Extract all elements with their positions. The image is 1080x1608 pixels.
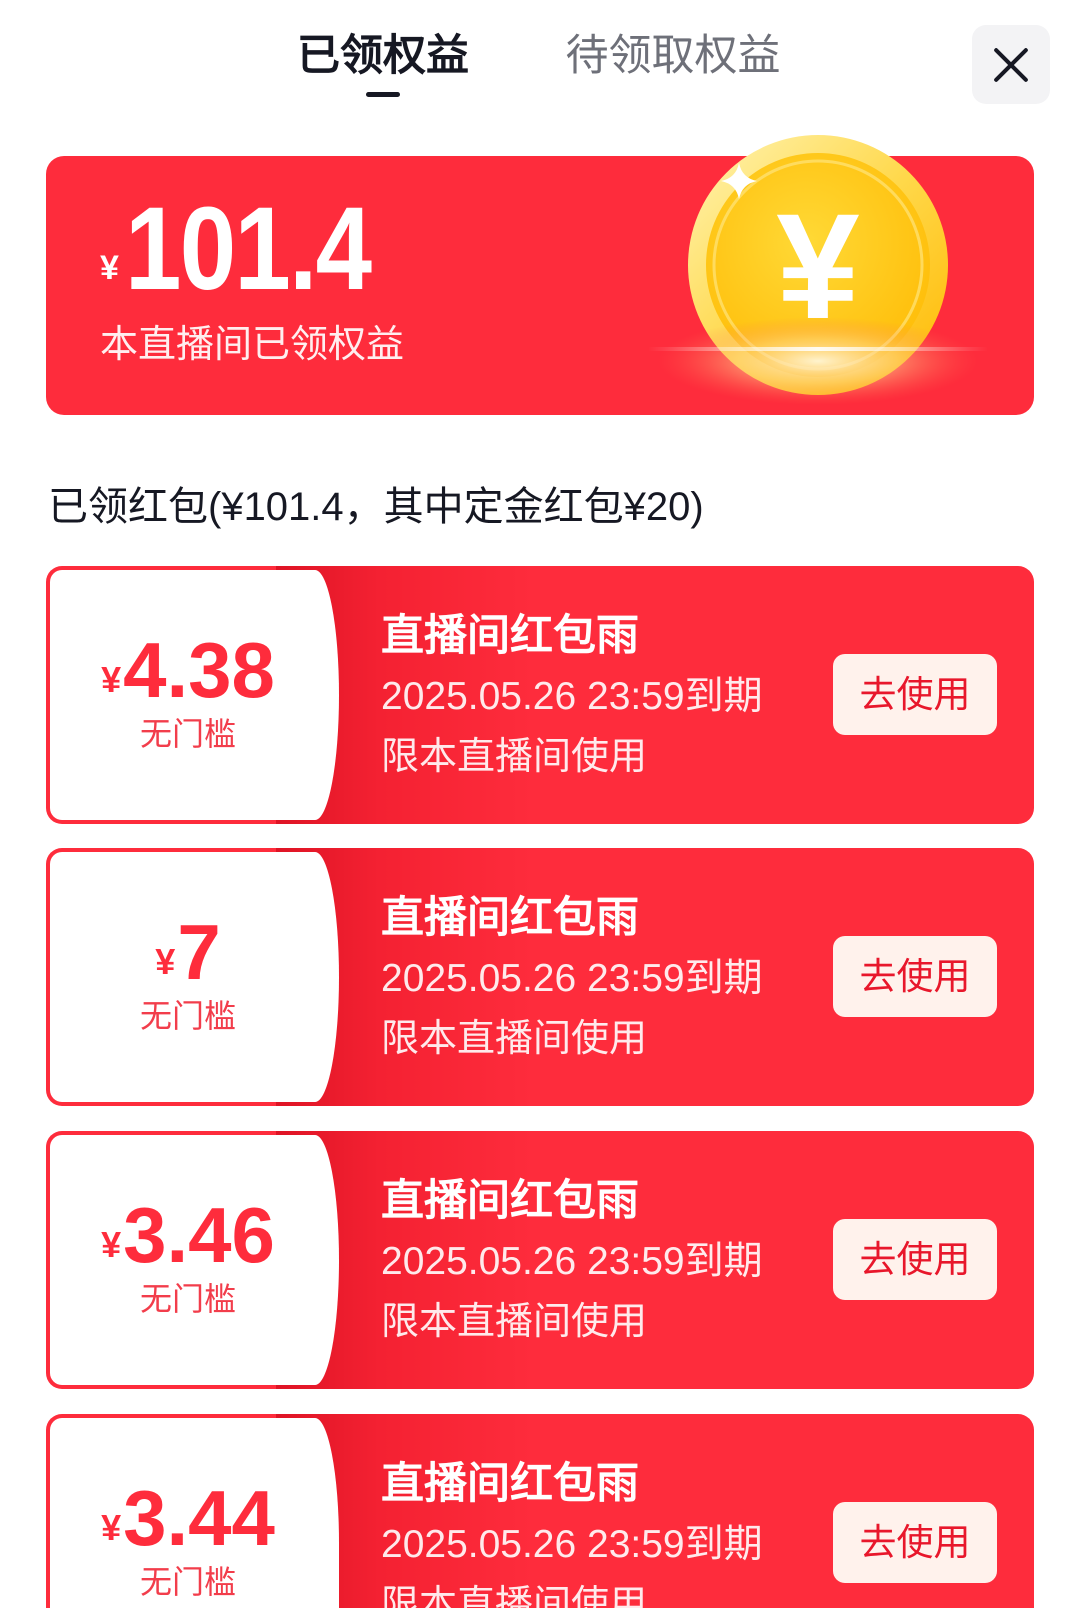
coupon-amount-line: ¥7 <box>50 913 326 991</box>
use-coupon-button[interactable]: 去使用 <box>833 936 997 1017</box>
coupon-scope: 限本直播间使用 <box>381 1018 648 1060</box>
coupon-scope: 限本直播间使用 <box>381 1301 648 1343</box>
coupon-threshold: 无门槛 <box>139 1281 236 1317</box>
coin-glow <box>658 317 978 405</box>
use-coupon-button[interactable]: 去使用 <box>833 654 997 735</box>
coupon-scope: 限本直播间使用 <box>381 1584 648 1608</box>
coupon-title: 直播间红包雨 <box>381 1460 639 1508</box>
coupon-amount-line: ¥3.44 <box>50 1479 326 1557</box>
section-title: 已领红包(¥101.4，其中定金红包¥20) <box>48 485 704 529</box>
coupon-amount-line: ¥4.38 <box>50 631 326 709</box>
coupon-amount: 3.46 <box>123 1191 275 1279</box>
coupon-card: ¥7 无门槛 直播间红包雨 2025.05.26 23:59到期 限本直播间使用… <box>46 848 1034 1106</box>
coupon-scope: 限本直播间使用 <box>381 736 648 778</box>
coupon-amount: 7 <box>177 908 221 996</box>
coupon-currency: ¥ <box>101 1507 122 1548</box>
use-coupon-button[interactable]: 去使用 <box>833 1219 997 1300</box>
coupon-card: ¥3.46 无门槛 直播间红包雨 2025.05.26 23:59到期 限本直播… <box>46 1131 1034 1389</box>
coupon-title: 直播间红包雨 <box>381 894 639 942</box>
coupon-currency: ¥ <box>155 941 176 982</box>
coupon-expiry: 2025.05.26 23:59到期 <box>381 1240 763 1283</box>
tab-pending-benefits[interactable]: 待领取权益 <box>553 30 793 82</box>
coupon-threshold: 无门槛 <box>139 1564 236 1600</box>
summary-amount-line: ¥101.4 <box>100 190 410 308</box>
coin-flare <box>648 347 988 351</box>
coupon-title: 直播间红包雨 <box>381 612 639 660</box>
coupon-card: ¥4.38 无门槛 直播间红包雨 2025.05.26 23:59到期 限本直播… <box>46 566 1034 824</box>
coupon-expiry: 2025.05.26 23:59到期 <box>381 1523 763 1566</box>
coupon-title: 直播间红包雨 <box>381 1177 639 1225</box>
close-icon <box>991 45 1031 85</box>
coupon-expiry: 2025.05.26 23:59到期 <box>381 675 763 718</box>
coupon-threshold: 无门槛 <box>139 716 236 752</box>
coupon-threshold: 无门槛 <box>139 998 236 1034</box>
close-button[interactable] <box>972 25 1050 104</box>
yen-coin-icon: ¥ <box>648 135 988 405</box>
coupon-amount: 4.38 <box>123 626 275 714</box>
tab-claimed-benefits[interactable]: 已领权益 <box>273 30 493 82</box>
summary-amount: 101.4 <box>124 183 372 315</box>
coupon-currency: ¥ <box>101 659 122 700</box>
coupon-expiry: 2025.05.26 23:59到期 <box>381 957 763 1000</box>
coupon-currency: ¥ <box>101 1224 122 1265</box>
coupon-card: ¥3.44 无门槛 直播间红包雨 2025.05.26 23:59到期 限本直播… <box>46 1414 1034 1608</box>
coupon-amount-line: ¥3.46 <box>50 1196 326 1274</box>
summary-caption: 本直播间已领权益 <box>100 324 405 366</box>
coupon-amount: 3.44 <box>123 1474 275 1562</box>
summary-currency: ¥ <box>100 249 119 287</box>
active-tab-indicator <box>366 92 400 97</box>
use-coupon-button[interactable]: 去使用 <box>833 1502 997 1583</box>
